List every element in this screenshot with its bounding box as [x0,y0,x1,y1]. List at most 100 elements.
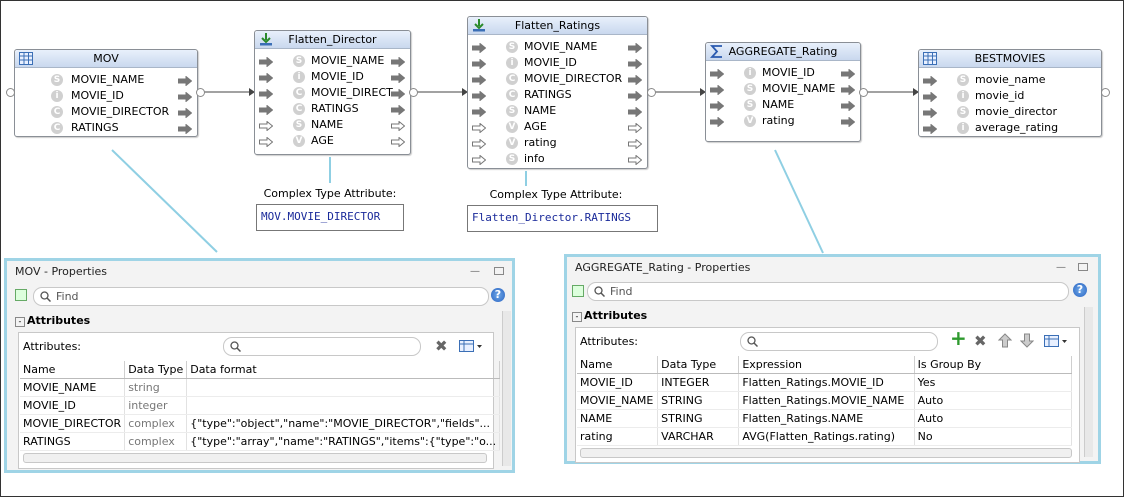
help-icon[interactable]: ? [1073,283,1087,297]
table-row[interactable]: MOVIE_NAME STRING Flatten_Ratings.MOVIE_NA… [577,391,1073,410]
output-arrow-icon[interactable] [628,138,643,150]
vertical-scrollbar[interactable] [1084,307,1093,457]
input-arrow-icon[interactable] [472,58,487,70]
output-arrow-icon[interactable] [391,88,406,100]
delete-icon[interactable]: ✖ [435,339,448,354]
input-arrow-icon[interactable] [472,154,487,166]
input-arrow-icon[interactable] [259,72,274,84]
table-cell[interactable]: {"type":"array","name":"RATINGS","items"… [186,432,501,451]
input-arrow-icon[interactable] [259,136,274,148]
mov-node[interactable]: MOV S MOVIE_NAME i MOVIE_ID C MOVIE_DIRECTOR C… [14,49,198,137]
mov-output-port[interactable] [196,88,205,97]
maximize-icon[interactable] [494,267,504,275]
input-arrow-icon[interactable] [472,42,487,54]
node-attribute-row[interactable]: i MOVIE_ID [255,69,410,85]
output-arrow-icon[interactable] [178,123,193,135]
output-arrow-icon[interactable] [628,42,643,54]
maximize-icon[interactable] [1078,263,1088,271]
node-attribute-row[interactable]: S NAME [255,117,410,133]
node-attribute-row[interactable]: Smovie_name [919,72,1101,88]
node-attribute-row[interactable]: C RATINGS [468,87,647,103]
output-arrow-icon[interactable] [391,72,406,84]
node-attribute-row[interactable]: S MOVIE_NAME [255,53,410,69]
table-cell[interactable]: No [914,427,1073,446]
input-arrow-icon[interactable] [259,104,274,116]
output-arrow-icon[interactable] [628,58,643,70]
output-arrow-icon[interactable] [391,120,406,132]
flatten-ratings-node-header[interactable]: Flatten_Ratings [468,17,647,35]
node-attribute-row[interactable]: C MOVIE_DIRECTOR [15,104,197,120]
collapse-icon[interactable]: - [572,312,582,322]
mov-node-header[interactable]: MOV [15,50,197,68]
move-down-icon[interactable] [1020,333,1034,348]
output-arrow-icon[interactable] [628,90,643,102]
input-arrow-icon[interactable] [923,75,938,87]
table-cell[interactable]: Auto [914,391,1073,410]
node-attribute-row[interactable]: S MOVIE_NAME [15,72,197,88]
input-arrow-icon[interactable] [710,100,725,112]
bestmovies-output-port[interactable] [1101,88,1110,97]
table-cell[interactable]: Auto [914,409,1073,428]
column-header[interactable]: Name [20,361,126,379]
columns-menu-icon[interactable] [1044,335,1068,347]
node-attribute-row[interactable]: S NAME [706,97,860,113]
output-arrow-icon[interactable] [178,91,193,103]
node-attribute-row[interactable]: i movie_id [919,88,1101,104]
input-arrow-icon[interactable] [923,107,938,119]
input-arrow-icon[interactable] [472,90,487,102]
input-arrow-icon[interactable] [710,116,725,128]
table-cell[interactable]: STRING [657,391,740,410]
table-cell[interactable]: NAME [577,409,659,428]
table-cell[interactable]: complex [124,432,188,451]
output-arrow-icon[interactable] [841,84,856,96]
node-attribute-row[interactable]: Vrating [706,113,860,129]
output-arrow-icon[interactable] [628,74,643,86]
table-cell[interactable]: RATINGS [20,432,126,451]
table-cell[interactable] [186,396,501,415]
attributes-filter-input[interactable] [740,332,938,351]
node-attribute-row[interactable]: S MOVIE_NAME [468,39,647,55]
node-attribute-row[interactable]: V AGE [468,119,647,135]
table-cell[interactable]: INTEGER [657,373,740,392]
output-arrow-icon[interactable] [628,42,643,54]
input-arrow-icon[interactable] [923,107,938,119]
output-arrow-icon[interactable] [841,116,856,128]
table-cell[interactable]: Yes [914,373,1073,392]
output-arrow-icon[interactable] [628,154,643,166]
output-arrow-icon[interactable] [178,107,193,119]
input-arrow-icon[interactable] [710,68,725,80]
sync-icon[interactable] [572,285,584,297]
output-arrow-icon[interactable] [628,106,643,118]
output-arrow-icon[interactable] [391,72,406,84]
move-up-icon[interactable] [998,333,1012,348]
output-arrow-icon[interactable] [628,138,643,150]
input-arrow-icon[interactable] [259,120,274,132]
output-arrow-icon[interactable] [391,136,406,148]
bestmovies-node[interactable]: BESTMOVIES Smovie_name i movie_id Smovie_di… [918,49,1102,137]
delete-icon[interactable]: ✖ [974,334,987,349]
output-arrow-icon[interactable] [391,104,406,116]
node-attribute-row[interactable]: Smovie_director [919,104,1101,120]
input-arrow-icon[interactable] [923,123,938,135]
table-cell[interactable]: MOVIE_ID [577,373,659,392]
output-arrow-icon[interactable] [628,106,643,118]
input-arrow-icon[interactable] [472,106,487,118]
output-arrow-icon[interactable] [628,122,643,134]
attributes-filter-input[interactable] [223,337,421,356]
output-arrow-icon[interactable] [178,75,193,87]
horizontal-scrollbar[interactable] [23,453,487,463]
input-arrow-icon[interactable] [710,68,725,80]
node-attribute-row[interactable]: i MOVIE_ID [706,65,860,81]
table-cell[interactable]: Flatten_Ratings.MOVIE_ID [738,373,915,392]
table-cell[interactable]: Flatten_Ratings.NAME [738,409,915,428]
node-attribute-row[interactable]: C RATINGS [15,120,197,136]
table-cell[interactable]: STRING [657,409,740,428]
aggregate-rating-node-header[interactable]: AGGREGATE_Rating [706,43,860,61]
table-cell[interactable]: Flatten_Ratings.MOVIE_NAME [738,391,915,410]
node-attribute-row[interactable]: Vrating [468,135,647,151]
output-arrow-icon[interactable] [178,91,193,103]
input-arrow-icon[interactable] [472,90,487,102]
column-header[interactable]: Name [577,356,659,374]
table-cell[interactable]: MOVIE_NAME [577,391,659,410]
find-input[interactable]: Find [587,282,1069,301]
